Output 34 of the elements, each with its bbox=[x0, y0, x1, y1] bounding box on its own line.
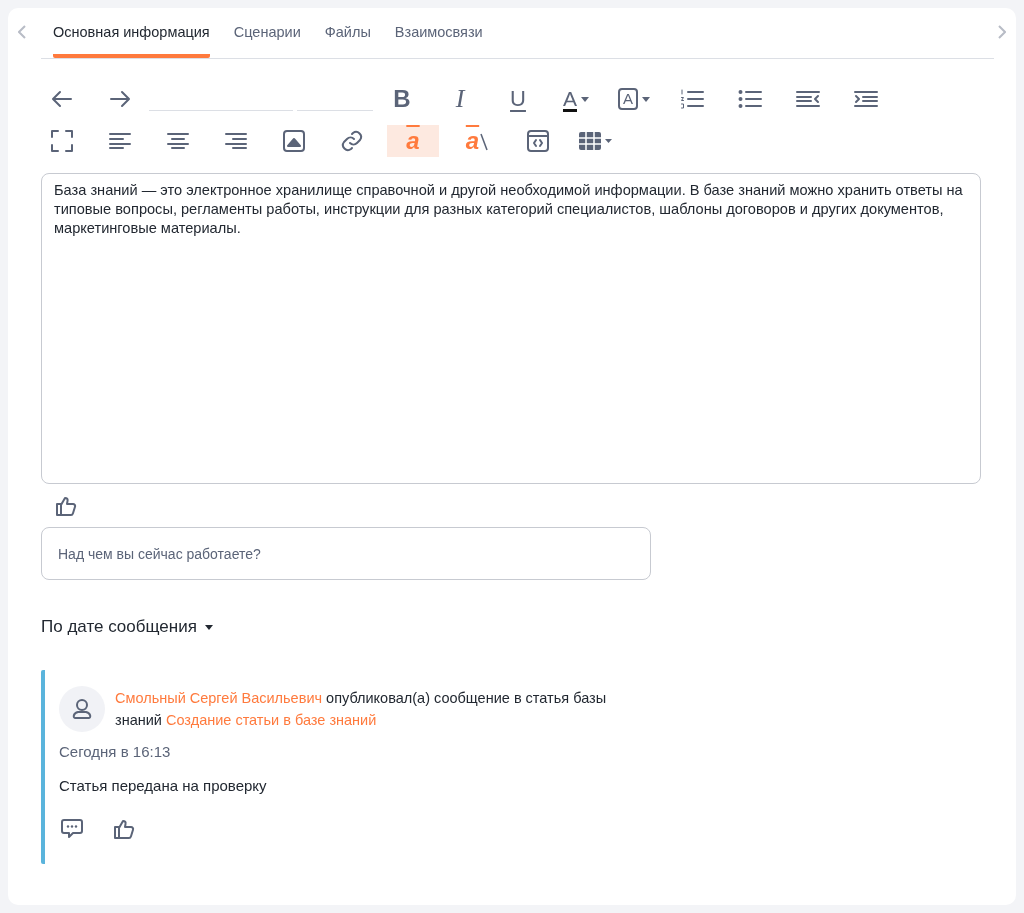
bullet-list-icon bbox=[738, 89, 762, 109]
align-left-icon bbox=[109, 133, 131, 149]
editor-field[interactable]: База знаний — это электронное хранилище справочной и другой необходимой информации. В базе знаний можно хранить ответы на типовые вопросы, регламенты работы, инструкции для разных категорий специалистов, шаблоны договоров и других документов, маркетинговые материалы. bbox=[41, 173, 981, 484]
tab[interactable]: Сценарии bbox=[233, 23, 301, 58]
align-center-icon bbox=[167, 133, 189, 149]
italic-button[interactable]: I bbox=[431, 83, 489, 115]
tab[interactable]: Взаимосвязи bbox=[394, 23, 483, 58]
link-icon bbox=[340, 129, 364, 153]
sort-dropdown[interactable]: По дате сообщения bbox=[41, 617, 213, 637]
post-field[interactable]: Над чем вы сейчас работаете? bbox=[41, 527, 651, 580]
ordered-list-icon bbox=[680, 89, 704, 109]
tab[interactable]: Файлы bbox=[324, 23, 371, 58]
avatar-icon bbox=[59, 686, 105, 732]
align-right-icon bbox=[225, 133, 247, 149]
comment-icon[interactable] bbox=[61, 818, 83, 840]
undo-icon bbox=[51, 90, 73, 108]
post-time: Сегодня в 16:13 bbox=[59, 743, 172, 760]
thumbs-up-icon[interactable] bbox=[113, 818, 135, 840]
post-message: Статья передана на проверку bbox=[59, 777, 268, 794]
redo-icon bbox=[109, 90, 131, 108]
outdent-icon bbox=[796, 90, 820, 108]
post-header: Смольный Сергей Васильевич опубликовал(а) сообщение в статья базы знаний Создание статьи в базе знаний bbox=[115, 689, 608, 730]
underline-button[interactable]: U bbox=[489, 83, 547, 115]
fullscreen-icon bbox=[51, 130, 73, 152]
font-color-button[interactable]: A bbox=[547, 83, 605, 115]
slash-icon bbox=[480, 132, 489, 152]
image-icon bbox=[283, 130, 305, 152]
code-icon bbox=[527, 130, 549, 152]
bold-button[interactable]: B bbox=[373, 83, 431, 115]
thumbs-up-icon[interactable] bbox=[55, 495, 77, 517]
indent-icon bbox=[854, 90, 878, 108]
background-color-button[interactable]: A bbox=[605, 83, 663, 115]
table-icon bbox=[578, 131, 614, 151]
tab[interactable]: Основная информация bbox=[53, 23, 210, 58]
